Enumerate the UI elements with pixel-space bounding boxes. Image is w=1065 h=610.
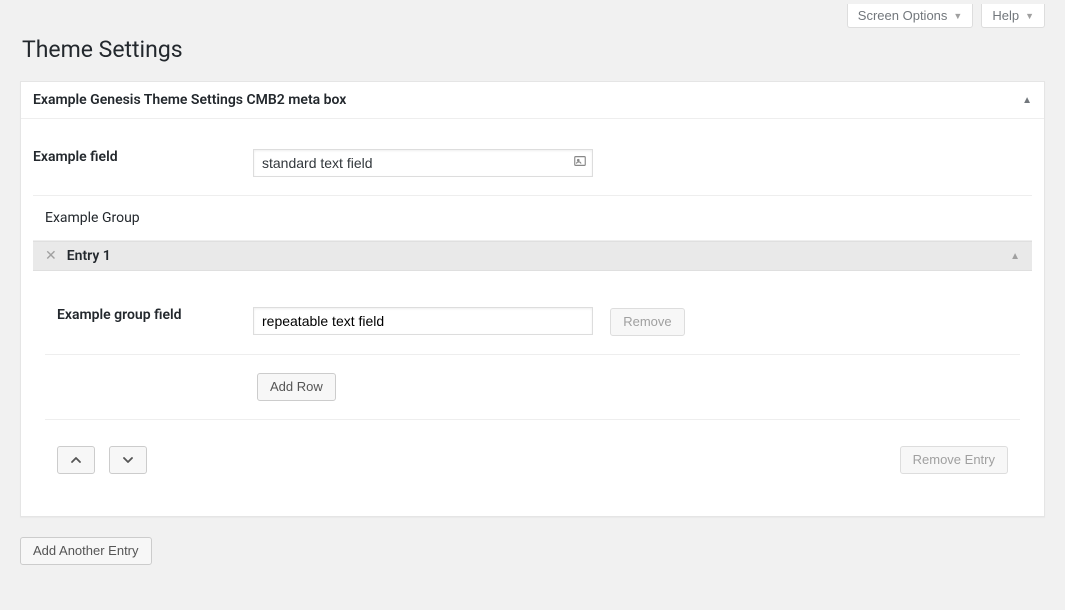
example-field-label: Example field (33, 149, 233, 165)
remove-entry-button[interactable]: Remove Entry (900, 446, 1008, 474)
metabox-header[interactable]: Example Genesis Theme Settings CMB2 meta… (21, 82, 1044, 119)
close-icon[interactable]: ✕ (45, 248, 57, 264)
chevron-up-icon (70, 454, 82, 466)
metabox-title: Example Genesis Theme Settings CMB2 meta… (33, 92, 346, 108)
example-field-input[interactable] (253, 149, 593, 177)
add-another-entry-button[interactable]: Add Another Entry (20, 537, 152, 565)
field-row-example: Example field (33, 131, 1032, 196)
entry-header[interactable]: ✕ Entry 1 ▲ (33, 241, 1032, 271)
screen-options-label: Screen Options (858, 8, 948, 23)
chevron-down-icon (122, 454, 134, 466)
remove-button[interactable]: Remove (610, 308, 684, 336)
page-title: Theme Settings (22, 36, 1045, 63)
help-button[interactable]: Help ▼ (981, 4, 1045, 28)
entry-body: Example group field Remove Add Row (33, 271, 1032, 504)
chevron-down-icon: ▼ (953, 11, 962, 21)
group-field-label: Example group field (57, 307, 233, 323)
group-field-row: Example group field Remove (45, 289, 1020, 355)
group-title: Example Group (33, 196, 1032, 241)
metabox: Example Genesis Theme Settings CMB2 meta… (20, 81, 1045, 517)
screen-options-button[interactable]: Screen Options ▼ (847, 4, 974, 28)
entry-title: Entry 1 (67, 248, 111, 264)
help-label: Help (992, 8, 1019, 23)
triangle-up-icon: ▲ (1022, 95, 1032, 106)
chevron-down-icon: ▼ (1025, 11, 1034, 21)
metabox-body: Example field Example Group ✕ (21, 119, 1044, 516)
group-field-input[interactable] (253, 307, 593, 335)
add-row-button[interactable]: Add Row (257, 373, 336, 401)
move-up-button[interactable] (57, 446, 95, 474)
triangle-up-icon: ▲ (1010, 251, 1020, 262)
move-down-button[interactable] (109, 446, 147, 474)
